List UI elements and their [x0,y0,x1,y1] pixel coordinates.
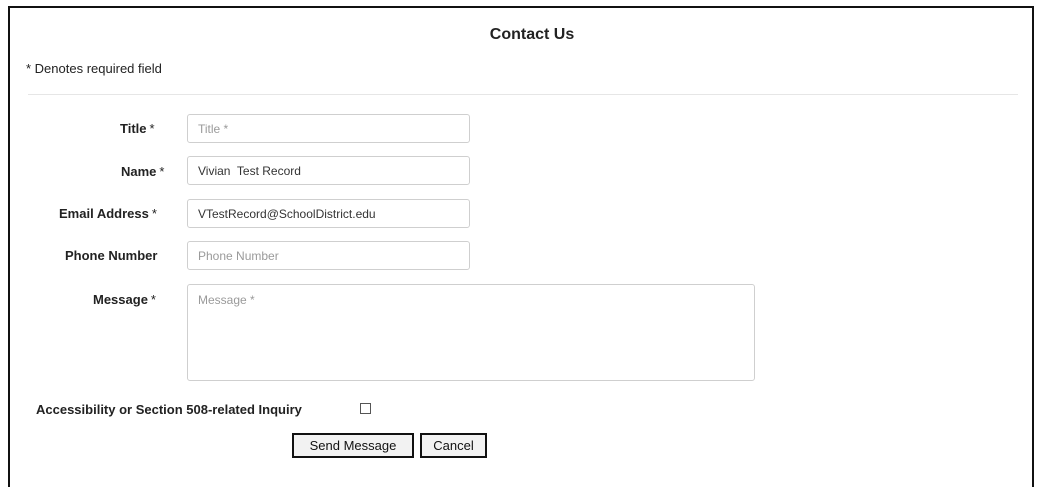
email-input[interactable] [187,199,470,228]
message-label-text: Message [93,292,148,307]
message-textarea[interactable] [187,284,755,381]
section-divider [28,94,1018,95]
name-input[interactable] [187,156,470,185]
title-input[interactable] [187,114,470,143]
title-label: Title * [120,121,155,136]
phone-label-text: Phone Number [65,248,158,263]
phone-input[interactable] [187,241,470,270]
email-required-mark: * [151,206,157,221]
title-label-text: Title [120,121,147,136]
name-label-text: Name [121,164,157,179]
accessibility-inquiry-label: Accessibility or Section 508-related Inq… [36,402,302,417]
email-label-text: Email Address [59,206,149,221]
cancel-button[interactable]: Cancel [420,433,487,458]
email-label: Email Address * [59,206,157,221]
name-required-mark: * [159,164,165,179]
name-label: Name * [121,164,164,179]
phone-label: Phone Number [65,248,157,263]
message-required-mark: * [150,292,156,307]
title-required-mark: * [149,121,155,136]
send-message-button[interactable]: Send Message [292,433,414,458]
page-title: Contact Us [489,26,575,43]
required-field-note: * Denotes required field [26,61,162,76]
accessibility-inquiry-checkbox[interactable] [360,403,371,414]
message-label: Message * [93,292,156,307]
